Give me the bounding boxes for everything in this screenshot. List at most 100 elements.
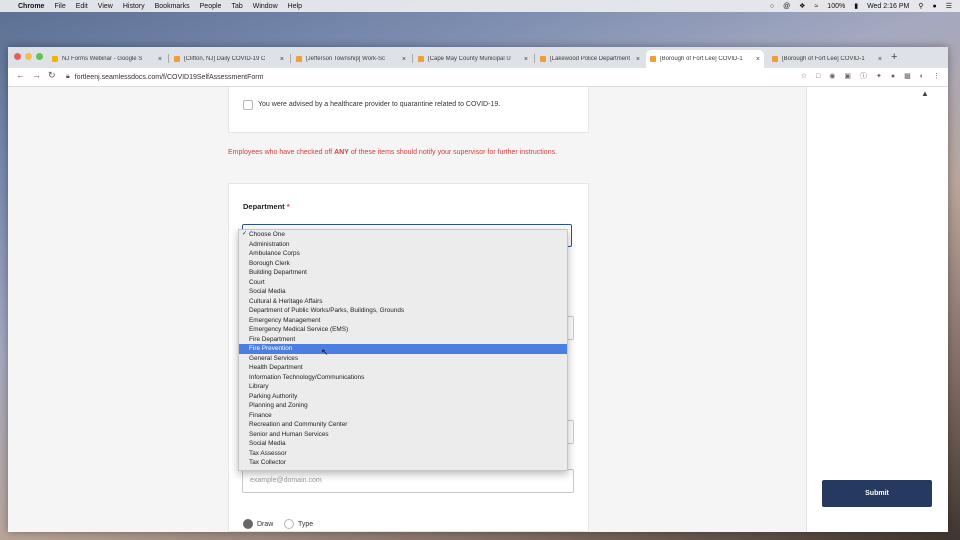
more-menu-icon[interactable]: ⋮ bbox=[933, 72, 940, 80]
bookmark-star-icon[interactable]: ☆ bbox=[801, 72, 807, 80]
dropdown-option[interactable]: Senior and Human Services bbox=[239, 430, 567, 440]
browser-toolbar: ← → ↻ 🔒︎ fortleenj.seamlessdocs.com/f/CO… bbox=[8, 68, 948, 87]
menu-edit[interactable]: Edit bbox=[76, 3, 88, 10]
dropdown-option[interactable]: Tax Collector bbox=[239, 458, 567, 468]
browser-tab[interactable]: [Jefferson Township] Work-Sc × bbox=[292, 50, 410, 68]
user-avatar-icon[interactable]: ● bbox=[932, 3, 936, 10]
tab-title: [Jefferson Township] Work-Sc bbox=[306, 56, 386, 62]
info-icon[interactable]: ⓘ bbox=[860, 71, 867, 81]
option-label: Emergency Medical Service (EMS) bbox=[249, 326, 349, 333]
option-label: Tax Collector bbox=[249, 459, 286, 466]
draw-label: Draw bbox=[257, 521, 274, 528]
close-tab-icon[interactable]: × bbox=[756, 56, 760, 63]
forward-arrow-icon[interactable]: → bbox=[32, 70, 41, 80]
url-text[interactable]: fortleenj.seamlessdocs.com/f/COVID19Self… bbox=[75, 74, 264, 81]
menu-view[interactable]: View bbox=[98, 3, 113, 10]
extension-square-icon[interactable]: ▣ bbox=[844, 72, 851, 80]
dropdown-option[interactable]: Building Department bbox=[239, 268, 567, 278]
menu-bookmarks[interactable]: Bookmarks bbox=[155, 3, 190, 10]
department-dropdown-list: ✓ Choose One Administration Ambulance Cor… bbox=[238, 229, 568, 471]
close-tab-icon[interactable]: × bbox=[280, 56, 284, 63]
option-label: Fire Department bbox=[249, 335, 296, 343]
close-tab-icon[interactable]: × bbox=[636, 56, 640, 63]
creative-cloud-icon[interactable]: ○ bbox=[770, 3, 774, 10]
profile-avatar[interactable]: ◐ bbox=[920, 73, 924, 80]
clock[interactable]: Wed 2:16 PM bbox=[867, 3, 909, 10]
dropdown-option[interactable]: Fire Department bbox=[239, 335, 567, 345]
dropdown-option[interactable]: Emergency Management bbox=[239, 316, 567, 326]
spotlight-search-icon[interactable]: ⚲ bbox=[918, 2, 923, 10]
close-tab-icon[interactable]: × bbox=[402, 56, 406, 63]
notification-center-icon[interactable]: ☰ bbox=[946, 2, 952, 10]
dropdown-option[interactable]: Planning and Zoning bbox=[239, 401, 567, 411]
dropdown-option[interactable]: Ambulance Corps bbox=[239, 249, 567, 259]
dropdown-option[interactable]: Parking Authority bbox=[239, 392, 567, 402]
option-label: General Services bbox=[249, 354, 299, 362]
option-label: Social Media bbox=[249, 440, 286, 447]
option-label: Choose One bbox=[249, 231, 285, 238]
option-label: Borough Clerk bbox=[249, 259, 290, 267]
battery-icon[interactable]: ▮ bbox=[854, 2, 858, 10]
dropdown-option[interactable]: Social Media bbox=[239, 287, 567, 297]
grammarly-icon[interactable]: ● bbox=[891, 73, 895, 80]
menu-window[interactable]: Window bbox=[253, 3, 278, 10]
email-field[interactable]: example@domain.com bbox=[242, 469, 574, 493]
camera-icon[interactable]: ◉ bbox=[829, 72, 835, 80]
menu-tab[interactable]: Tab bbox=[231, 3, 242, 10]
new-tab-button[interactable]: + bbox=[891, 51, 897, 63]
reload-icon[interactable]: ↻ bbox=[48, 70, 56, 81]
close-tab-icon[interactable]: × bbox=[878, 56, 882, 63]
dropdown-option[interactable]: General Services bbox=[239, 354, 567, 364]
close-tab-icon[interactable]: × bbox=[158, 56, 162, 63]
address-bar[interactable]: 🔒︎ fortleenj.seamlessdocs.com/f/COVID19S… bbox=[66, 70, 786, 84]
dropdown-option[interactable]: Tax Assessor bbox=[239, 449, 567, 459]
page-icon[interactable]: □ bbox=[816, 73, 820, 80]
dropdown-option[interactable]: ✓ Choose One bbox=[239, 230, 567, 240]
browser-tab[interactable]: [Borough of Fort Lee] COVID-1 × bbox=[768, 50, 886, 68]
dropdown-option[interactable]: Social Media bbox=[239, 439, 567, 449]
draw-radio[interactable] bbox=[243, 519, 253, 529]
maximize-window-button[interactable] bbox=[36, 53, 43, 60]
quarantine-label: You were advised by a healthcare provide… bbox=[258, 101, 501, 108]
extension-status-icon[interactable]: ❖ bbox=[799, 2, 805, 10]
dropdown-option[interactable]: Borough Clerk bbox=[239, 259, 567, 269]
dropdown-option[interactable]: Health Department bbox=[239, 363, 567, 373]
wifi-icon[interactable]: ≈ bbox=[814, 3, 818, 10]
dropdown-option[interactable]: Emergency Medical Service (EMS) bbox=[239, 325, 567, 335]
browser-tab[interactable]: [Clifton, NJ] Daily COVID-19 C × bbox=[170, 50, 288, 68]
puzzle-extensions-icon[interactable]: ▩ bbox=[904, 72, 911, 80]
minimize-window-button[interactable] bbox=[25, 53, 32, 60]
dropdown-option[interactable]: Information Technology/Communications bbox=[239, 373, 567, 383]
option-label: Ambulance Corps bbox=[249, 250, 300, 257]
menu-app-name[interactable]: Chrome bbox=[18, 3, 44, 10]
option-label: Fire Prevention bbox=[249, 345, 293, 352]
dropdown-option[interactable]: Court bbox=[239, 278, 567, 288]
back-arrow-icon[interactable]: ← bbox=[16, 70, 25, 80]
browser-tab[interactable]: NJ Forms Webinar - Google S × bbox=[48, 50, 166, 68]
dropdown-option[interactable]: Finance bbox=[239, 411, 567, 421]
option-label: Social Media bbox=[249, 288, 286, 295]
close-window-button[interactable] bbox=[14, 53, 21, 60]
menu-file[interactable]: File bbox=[54, 3, 65, 10]
menu-help[interactable]: Help bbox=[288, 3, 302, 10]
extension-icon[interactable]: ✦ bbox=[876, 72, 882, 80]
submit-button[interactable]: Submit bbox=[822, 480, 932, 507]
dropdown-option[interactable]: Library bbox=[239, 382, 567, 392]
dropdown-option[interactable]: Department of Public Works/Parks, Buildi… bbox=[239, 306, 567, 316]
menu-people[interactable]: People bbox=[200, 3, 222, 10]
accessibility-icon[interactable]: ▲ bbox=[921, 89, 929, 98]
browser-tab[interactable]: [Cape May County Municipal U × bbox=[414, 50, 532, 68]
dropdown-option-highlighted[interactable]: Fire Prevention bbox=[239, 344, 567, 354]
toolbar-extensions: ☆ □ ◉ ▣ ⓘ ✦ ● ▩ ◐ ⋮ bbox=[792, 71, 940, 81]
dropdown-option[interactable]: Administration bbox=[239, 240, 567, 250]
type-radio[interactable] bbox=[284, 519, 294, 529]
menu-history[interactable]: History bbox=[123, 3, 145, 10]
quarantine-checkbox[interactable] bbox=[243, 100, 253, 110]
close-tab-icon[interactable]: × bbox=[524, 56, 528, 63]
browser-tab-active[interactable]: [Borough of Fort Lee] COVID-1 × bbox=[646, 50, 764, 68]
dropdown-option[interactable]: Cultural & Heritage Affairs bbox=[239, 297, 567, 307]
browser-tab[interactable]: [Lakewood Police Department × bbox=[536, 50, 644, 68]
at-sign-icon[interactable]: @ bbox=[783, 3, 790, 10]
dropdown-option[interactable]: Recreation and Community Center bbox=[239, 420, 567, 430]
lock-icon[interactable]: 🔒︎ bbox=[66, 73, 70, 81]
